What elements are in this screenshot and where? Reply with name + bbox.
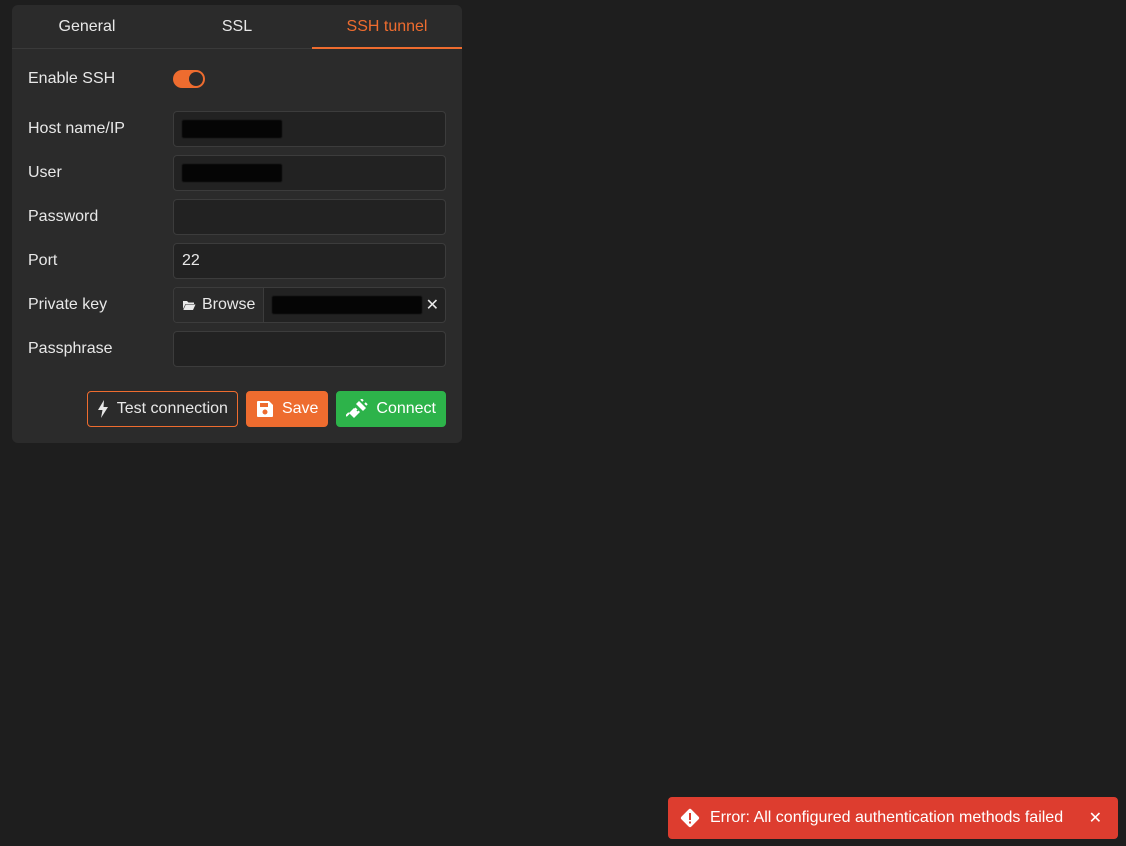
save-button[interactable]: Save: [245, 391, 329, 427]
user-label: User: [28, 164, 62, 181]
tab-ssh-tunnel[interactable]: SSH tunnel: [312, 5, 462, 49]
password-label: Password: [28, 208, 99, 225]
private-key-file-picker: Browse ✕: [173, 287, 446, 323]
tab-bar: General SSL SSH tunnel: [12, 5, 462, 49]
redacted-key-path: [272, 296, 423, 314]
passphrase-row: Passphrase: [28, 331, 446, 367]
port-value: 22: [182, 252, 200, 269]
passphrase-input[interactable]: [173, 331, 446, 367]
private-key-path: ✕: [264, 288, 445, 322]
warning-diamond-icon: [680, 808, 700, 828]
tab-general[interactable]: General: [12, 5, 162, 48]
toggle-knob: [189, 72, 203, 86]
enable-ssh-row: Enable SSH: [28, 61, 446, 97]
user-row: User: [28, 155, 446, 191]
connect-button[interactable]: Connect: [336, 391, 446, 427]
password-row: Password: [28, 199, 446, 235]
save-label: Save: [281, 400, 319, 417]
host-input[interactable]: [173, 111, 446, 147]
connection-panel: General SSL SSH tunnel Enable SSH Host n…: [12, 5, 462, 443]
bolt-icon: [97, 400, 109, 418]
clear-file-icon[interactable]: ✕: [426, 295, 439, 315]
test-connection-button[interactable]: Test connection: [86, 391, 238, 427]
test-connection-label: Test connection: [116, 400, 228, 417]
password-input[interactable]: [173, 199, 446, 235]
tab-ssl[interactable]: SSL: [162, 5, 312, 48]
port-label: Port: [28, 252, 58, 269]
toast-message: Error: All configured authentication met…: [710, 809, 1064, 826]
host-label: Host name/IP: [28, 120, 125, 137]
action-buttons: Test connection Save Connect: [86, 391, 446, 427]
floppy-disk-icon: [256, 400, 274, 418]
port-input[interactable]: 22: [173, 243, 446, 279]
user-input[interactable]: [173, 155, 446, 191]
enable-ssh-label: Enable SSH: [28, 70, 116, 87]
enable-ssh-toggle[interactable]: [173, 70, 205, 88]
plug-icon: [346, 399, 369, 419]
redacted-user-value: [182, 164, 282, 182]
host-row: Host name/IP: [28, 111, 446, 147]
redacted-host-value: [182, 120, 282, 138]
browse-label: Browse: [202, 296, 256, 313]
connect-label: Connect: [376, 400, 436, 417]
passphrase-label: Passphrase: [28, 340, 113, 357]
close-toast-icon[interactable]: ✕: [1085, 808, 1106, 828]
private-key-label: Private key: [28, 296, 108, 313]
port-row: Port 22: [28, 243, 446, 279]
browse-button[interactable]: Browse: [174, 288, 265, 322]
private-key-row: Private key Browse ✕: [28, 287, 446, 323]
error-toast: Error: All configured authentication met…: [668, 797, 1118, 839]
folder-open-icon: [182, 299, 196, 311]
